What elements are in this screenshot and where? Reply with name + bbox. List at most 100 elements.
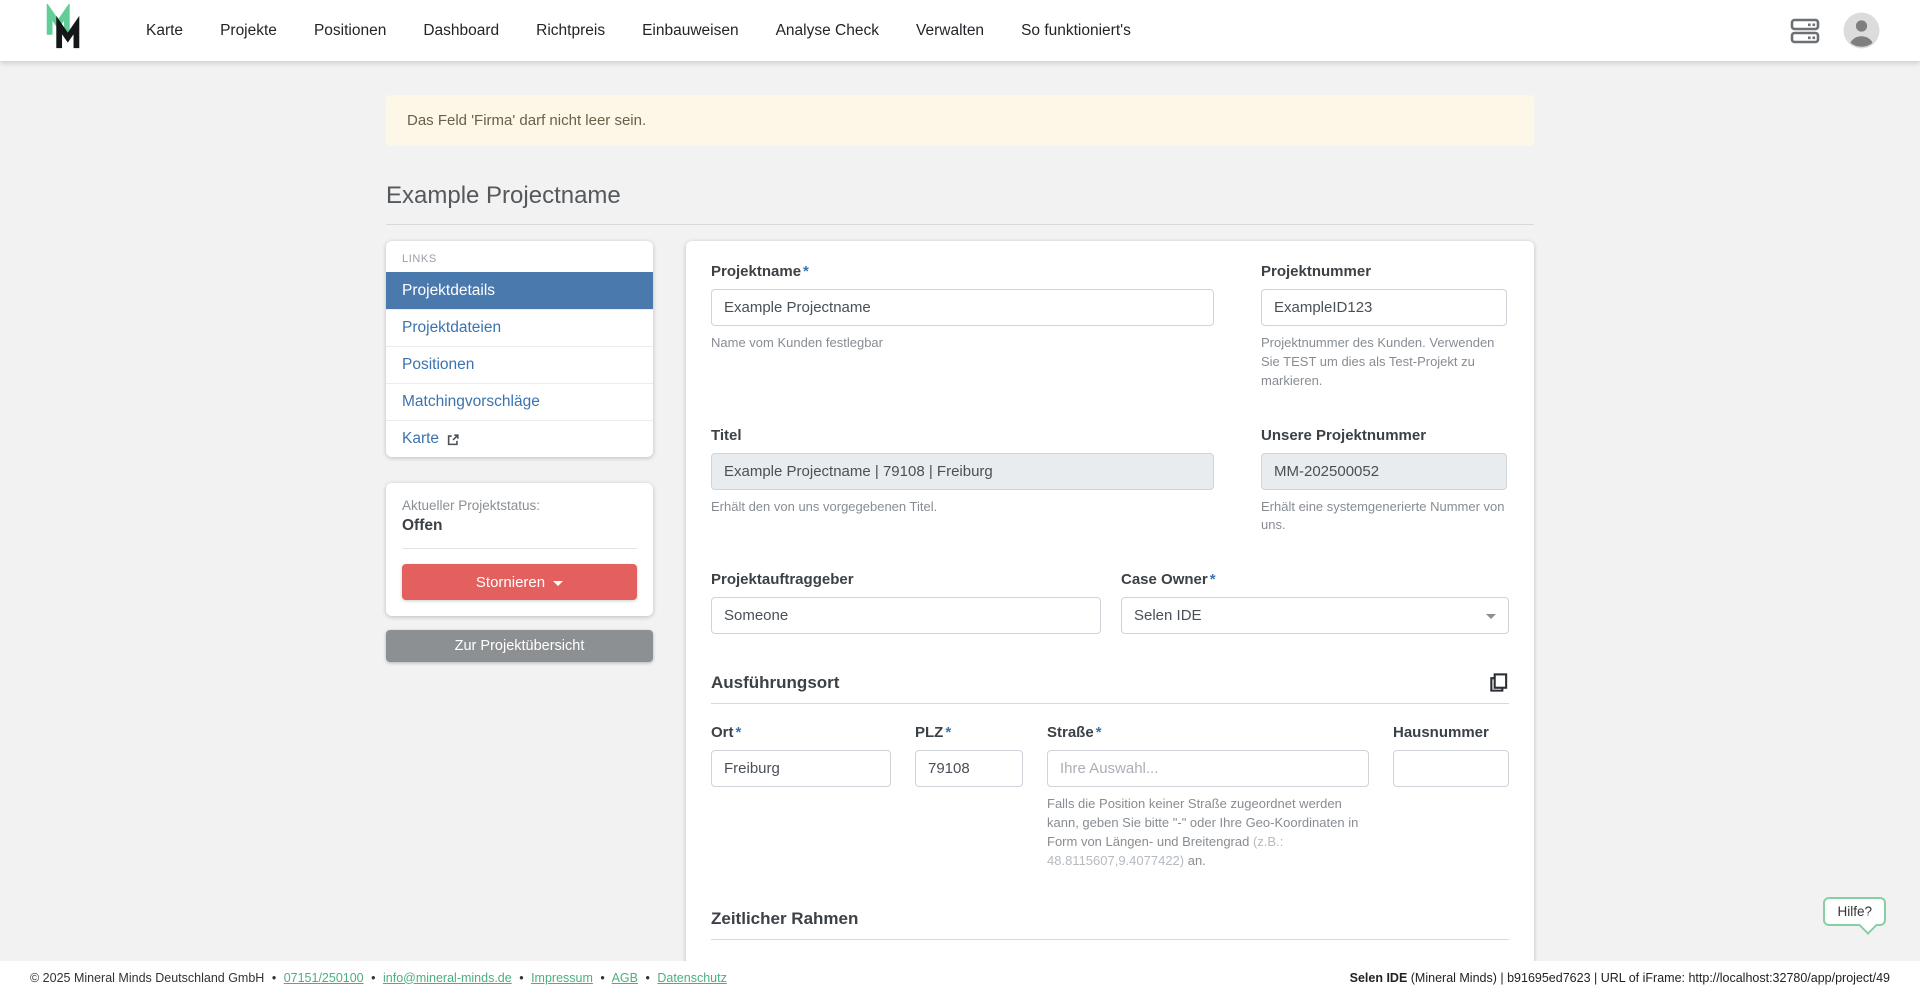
zur-projektuebersicht-button[interactable]: Zur Projektübersicht — [386, 630, 653, 662]
nav-right-controls — [1789, 12, 1880, 49]
sidebar-item-projektdateien[interactable]: Projektdateien — [386, 309, 653, 346]
footer-email-link[interactable]: info@mineral-minds.de — [383, 971, 512, 985]
ausfuehrungsort-title: Ausführungsort — [711, 673, 839, 693]
case-owner-selected-value: Selen IDE — [1134, 607, 1202, 624]
overview-button-label: Zur Projektübersicht — [455, 638, 585, 654]
label-text: Projektname — [711, 263, 801, 280]
nav-item-dashboard[interactable]: Dashboard — [423, 22, 499, 40]
footer-datenschutz-link[interactable]: Datenschutz — [657, 971, 726, 985]
ort-input[interactable] — [711, 750, 891, 787]
stornieren-button-label: Stornieren — [476, 574, 545, 591]
case-owner-label: Case Owner* — [1121, 571, 1509, 588]
sidebar-item-positionen[interactable]: Positionen — [386, 346, 653, 383]
label-text: Straße — [1047, 724, 1094, 741]
page-title: Example Projectname — [386, 182, 1534, 225]
projektnummer-field: Projektnummer Projektnummer des Kunden. … — [1261, 263, 1507, 391]
footer-copyright: © 2025 Mineral Minds Deutschland GmbH — [30, 971, 264, 985]
strasse-helper-main: Falls die Position keiner Straße zugeord… — [1047, 796, 1358, 849]
project-details-form: Projektname* Name vom Kunden festlegbar … — [686, 241, 1534, 961]
brand-logo[interactable] — [40, 4, 86, 57]
validation-alert: Das Feld 'Firma' darf nicht leer sein. — [386, 95, 1534, 146]
label-text: Ort — [711, 724, 734, 741]
projektauftraggeber-input[interactable] — [711, 597, 1101, 634]
nav-item-einbauweisen[interactable]: Einbauweisen — [642, 22, 739, 40]
footer-phone-link[interactable]: 07151/250100 — [284, 971, 364, 985]
help-button[interactable]: Hilfe? — [1823, 897, 1886, 926]
ort-label: Ort* — [711, 724, 891, 741]
copy-icon[interactable] — [1488, 672, 1509, 693]
plz-input[interactable] — [915, 750, 1023, 787]
titel-helper: Erhält den von uns vorgegebenen Titel. — [711, 498, 1214, 517]
projektauftraggeber-label: Projektauftraggeber — [711, 571, 1101, 588]
nav-item-karte[interactable]: Karte — [146, 22, 183, 40]
label-text: PLZ — [915, 724, 943, 741]
sidebar-item-label: Matchingvorschläge — [402, 393, 540, 411]
mineral-minds-logo-icon — [40, 4, 86, 57]
unsere-projektnummer-helper: Erhält eine systemgenerierte Nummer von … — [1261, 498, 1507, 536]
server-stack-icon[interactable] — [1789, 16, 1821, 46]
chevron-down-icon — [553, 581, 563, 586]
footer-agb-link[interactable]: AGB — [612, 971, 638, 985]
label-text: Case Owner — [1121, 571, 1208, 588]
footer-session-info: Selen IDE (Mineral Minds) | b91695ed7623… — [1350, 971, 1890, 985]
sidebar-item-karte[interactable]: Karte — [386, 420, 653, 457]
footer-separator: • — [371, 971, 375, 985]
required-marker: * — [736, 724, 742, 741]
required-marker: * — [1096, 724, 1102, 741]
nav-item-projekte[interactable]: Projekte — [220, 22, 277, 40]
main-menu: Karte Projekte Positionen Dashboard Rich… — [146, 22, 1131, 40]
footer-org: (Mineral Minds) — [1407, 971, 1497, 985]
footer-separator: • — [645, 971, 649, 985]
ort-field: Ort* — [711, 724, 891, 870]
hausnummer-label: Hausnummer — [1393, 724, 1509, 741]
projektname-input[interactable] — [711, 289, 1214, 326]
nav-item-positionen[interactable]: Positionen — [314, 22, 386, 40]
required-marker: * — [1210, 571, 1216, 588]
case-owner-select[interactable]: Selen IDE — [1121, 597, 1509, 634]
page-root: Karte Projekte Positionen Dashboard Rich… — [0, 0, 1920, 994]
footer-user: Selen IDE — [1350, 971, 1408, 985]
strasse-helper: Falls die Position keiner Straße zugeord… — [1047, 795, 1369, 870]
strasse-label: Straße* — [1047, 724, 1369, 741]
sidebar: LINKS Projektdetails Projektdateien Posi… — [386, 241, 653, 662]
status-label: Aktueller Projektstatus: — [402, 498, 637, 513]
plz-label: PLZ* — [915, 724, 1023, 741]
projektname-field: Projektname* Name vom Kunden festlegbar — [711, 263, 1214, 391]
projektauftraggeber-field: Projektauftraggeber — [711, 571, 1101, 634]
stornieren-button[interactable]: Stornieren — [402, 564, 637, 600]
status-value: Offen — [402, 517, 637, 535]
projektname-label: Projektname* — [711, 263, 1214, 280]
nav-item-analyse-check[interactable]: Analyse Check — [776, 22, 879, 40]
nav-item-richtpreis[interactable]: Richtpreis — [536, 22, 605, 40]
status-divider — [402, 548, 637, 549]
nav-item-so-funktionierts[interactable]: So funktioniert's — [1021, 22, 1131, 40]
strasse-helper-suffix: an. — [1184, 853, 1206, 868]
unsere-projektnummer-input — [1261, 453, 1507, 490]
unsere-projektnummer-field: Unsere Projektnummer Erhält eine systemg… — [1261, 427, 1507, 536]
sidebar-item-label: Projektdateien — [402, 319, 501, 337]
projektnummer-label: Projektnummer — [1261, 263, 1507, 280]
external-link-icon — [446, 433, 460, 447]
strasse-input[interactable] — [1047, 750, 1369, 787]
projektnummer-input[interactable] — [1261, 289, 1507, 326]
project-status-card: Aktueller Projektstatus: Offen Storniere… — [386, 483, 653, 616]
chevron-down-icon — [1486, 614, 1496, 619]
nav-item-verwalten[interactable]: Verwalten — [916, 22, 984, 40]
alert-message: Das Feld 'Firma' darf nicht leer sein. — [407, 112, 646, 129]
user-avatar-icon[interactable] — [1843, 12, 1880, 49]
sidebar-item-projektdetails[interactable]: Projektdetails — [386, 272, 653, 309]
titel-field: Titel Erhält den von uns vorgegebenen Ti… — [711, 427, 1214, 536]
sidebar-item-matchingvorschlaege[interactable]: Matchingvorschläge — [386, 383, 653, 420]
content-area: Das Feld 'Firma' darf nicht leer sein. E… — [0, 61, 1920, 961]
hausnummer-field: Hausnummer — [1393, 724, 1509, 870]
required-marker: * — [945, 724, 951, 741]
sidebar-item-label: Karte — [402, 430, 439, 448]
unsere-projektnummer-label: Unsere Projektnummer — [1261, 427, 1507, 444]
sidebar-item-label: Projektdetails — [402, 282, 495, 300]
strasse-field: Straße* Falls die Position keiner Straße… — [1047, 724, 1369, 870]
footer-impressum-link[interactable]: Impressum — [531, 971, 593, 985]
footer-left: © 2025 Mineral Minds Deutschland GmbH • … — [30, 971, 727, 985]
case-owner-field: Case Owner* Selen IDE — [1121, 571, 1509, 634]
hausnummer-input[interactable] — [1393, 750, 1509, 787]
links-card-header: LINKS — [386, 241, 653, 272]
